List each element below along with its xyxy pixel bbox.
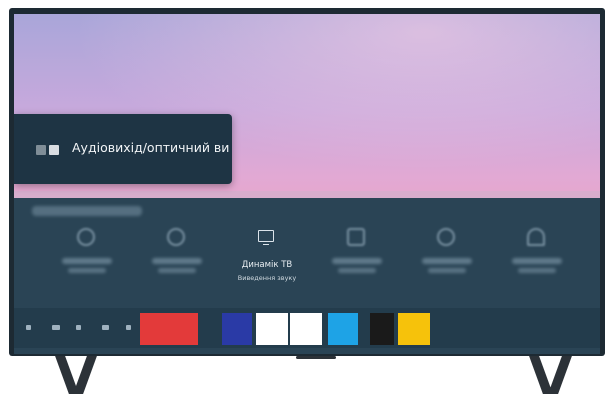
picture-mode-icon [165,228,187,246]
app-tile[interactable] [290,313,322,345]
panel-title-blurred [32,206,142,216]
app-tile[interactable] [222,313,252,345]
tv-stand-right [548,356,572,394]
quick-tile-2[interactable] [132,222,222,284]
sound-output-subtitle: Виведення звуку [237,274,297,282]
tv-screen: Аудіовихід/оптичний ви Динамік ТВ Виведе… [14,14,600,354]
tv-speaker-icon [255,228,277,245]
nav-dot[interactable] [102,325,109,330]
nav-dot[interactable] [76,325,81,330]
app-tile[interactable] [140,313,198,345]
app-tile[interactable] [328,313,358,345]
sound-mode-icon [345,228,367,246]
optical-output-icon [36,145,62,155]
quick-tile-5[interactable] [402,222,492,284]
app-tile[interactable] [256,313,288,345]
nav-dot[interactable] [52,325,60,330]
play-icon [435,228,457,246]
tv-base-light [296,356,336,359]
network-icon [525,228,547,246]
app-tile[interactable] [398,313,430,345]
sound-output-name: Динамік ТВ [241,260,293,270]
popup-label: Аудіовихід/оптичний ви [72,140,230,155]
settings-icon [75,228,97,246]
sound-output-popup[interactable]: Аудіовихід/оптичний ви [14,114,232,184]
nav-dot[interactable] [126,325,131,330]
sound-output-tile[interactable]: Динамік ТВ Виведення звуку [222,222,312,284]
settings-panel: Динамік ТВ Виведення звуку [14,198,600,354]
tv-stand-left [73,356,97,394]
nav-dot[interactable] [26,325,31,330]
quick-tile-1[interactable] [42,222,132,284]
quick-tile-6[interactable] [492,222,582,284]
app-tile[interactable] [370,313,394,345]
apps-row [14,308,600,348]
quick-tile-4[interactable] [312,222,402,284]
quick-settings-row: Динамік ТВ Виведення звуку [14,222,600,284]
